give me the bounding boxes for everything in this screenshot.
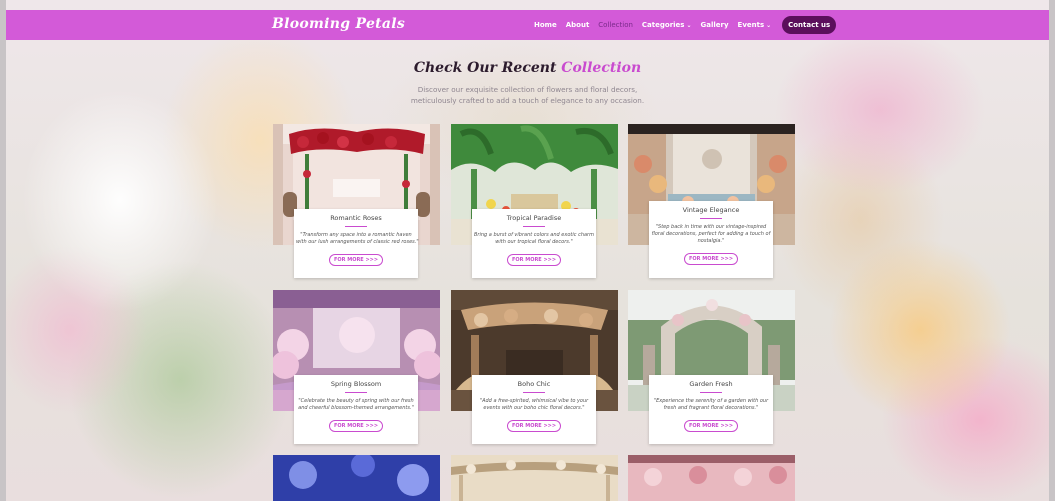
- heading-accent: Collection: [561, 60, 642, 76]
- card-description-line: events with our boho chic floral decors.…: [483, 405, 585, 411]
- for-more-button[interactable]: FOR MORE >>>: [506, 254, 562, 266]
- title-underline: [345, 226, 367, 227]
- card-description-line: with our tropical floral decors.": [495, 239, 573, 245]
- section-subtitle: Discover our exquisite collection of flo…: [0, 84, 1055, 106]
- card-info-box: Vintage Elegance "Step back in time with…: [649, 201, 773, 278]
- collection-card-boho-chic: Boho Chic "Add a free-spirited, whimsica…: [451, 290, 618, 444]
- collection-card-vintage-elegance: Vintage Elegance "Step back in time with…: [628, 124, 795, 278]
- card-info-box: Romantic Roses "Transform any space into…: [294, 209, 419, 278]
- heading-main: Check Our Recent: [413, 60, 557, 76]
- card-description-line: "Add a free-spirited, whimsical vibe to …: [479, 398, 589, 404]
- card-info-box: Tropical Paradise Bring a burst of vibra…: [472, 209, 596, 278]
- title-underline: [345, 392, 367, 393]
- card-info-box: Boho Chic "Add a free-spirited, whimsica…: [472, 375, 596, 444]
- chevron-down-icon: ⌄: [766, 22, 772, 29]
- card-description-line: with our lush arrangements of classic re…: [296, 239, 419, 245]
- for-more-button[interactable]: FOR MORE >>>: [328, 254, 384, 266]
- card-description-line: and cheerful blossom-themed arrangements…: [298, 405, 414, 411]
- card-description-line: fresh and fragrant floral decorations.": [663, 405, 759, 411]
- title-underline: [523, 226, 545, 227]
- nav-gallery[interactable]: Gallery: [701, 21, 729, 29]
- card-description-line: "Transform any space into a romantic hav…: [300, 232, 412, 238]
- for-more-button[interactable]: FOR MORE >>>: [683, 420, 739, 432]
- nav-events-label: Events: [737, 21, 765, 29]
- blue-decor-image[interactable]: [273, 455, 440, 501]
- chevron-down-icon: ⌄: [686, 22, 692, 29]
- nav-collection[interactable]: Collection: [598, 21, 633, 29]
- section-heading: Check Our Recent Collection: [0, 60, 1055, 76]
- card-description-line: "Celebrate the beauty of spring with our…: [298, 398, 414, 404]
- collection-card-partial: [273, 455, 440, 501]
- site-logo[interactable]: Blooming Petals: [272, 16, 405, 32]
- card-description-line: "Step back in time with our vintage-insp…: [655, 224, 767, 230]
- cream-decor-image[interactable]: [451, 455, 618, 501]
- card-info-box: Spring Blossom "Celebrate the beauty of …: [294, 375, 418, 444]
- collection-card-spring-blossom: Spring Blossom "Celebrate the beauty of …: [273, 290, 440, 444]
- title-underline: [700, 392, 722, 393]
- nav-links: Home About Collection Categories ⌄ Galler…: [534, 10, 837, 40]
- card-title: Romantic Roses: [330, 214, 382, 222]
- for-more-button[interactable]: FOR MORE >>>: [683, 253, 739, 265]
- contact-us-button[interactable]: Contact us: [782, 16, 837, 34]
- nav-events[interactable]: Events ⌄: [738, 21, 772, 29]
- collection-card-garden-fresh: Garden Fresh "Experience the serenity of…: [628, 290, 795, 444]
- card-title: Vintage Elegance: [682, 206, 740, 214]
- title-underline: [700, 218, 722, 219]
- nav-about[interactable]: About: [566, 21, 590, 29]
- navbar: Blooming Petals Home About Collection Ca…: [6, 10, 1049, 40]
- nav-categories-label: Categories: [641, 21, 685, 29]
- card-title: Spring Blossom: [330, 380, 382, 388]
- collection-card-partial: [451, 455, 618, 501]
- card-info-box: Garden Fresh "Experience the serenity of…: [649, 375, 773, 444]
- subtitle-line-1: Discover our exquisite collection of flo…: [417, 85, 638, 94]
- for-more-button[interactable]: FOR MORE >>>: [328, 420, 384, 432]
- card-description-line: Bring a burst of vibrant colors and exot…: [474, 232, 594, 238]
- nav-home[interactable]: Home: [534, 21, 557, 29]
- pink-decor-image[interactable]: [628, 455, 795, 501]
- card-description-line: nostalgia.": [697, 238, 725, 244]
- card-description-line: floral decorations, perfect for adding a…: [651, 231, 771, 237]
- nav-categories[interactable]: Categories ⌄: [642, 21, 692, 29]
- title-underline: [523, 392, 545, 393]
- for-more-button[interactable]: FOR MORE >>>: [506, 420, 562, 432]
- subtitle-line-2: meticulously crafted to add a touch of e…: [410, 96, 645, 105]
- card-title: Boho Chic: [517, 380, 551, 388]
- collection-card-partial: [628, 455, 795, 501]
- card-description-line: "Experience the serenity of a garden wit…: [653, 398, 769, 404]
- card-title: Tropical Paradise: [506, 214, 562, 222]
- card-title: Garden Fresh: [689, 380, 733, 388]
- collection-card-romantic-roses: Romantic Roses "Transform any space into…: [273, 124, 440, 278]
- collection-card-tropical-paradise: Tropical Paradise Bring a burst of vibra…: [451, 124, 618, 278]
